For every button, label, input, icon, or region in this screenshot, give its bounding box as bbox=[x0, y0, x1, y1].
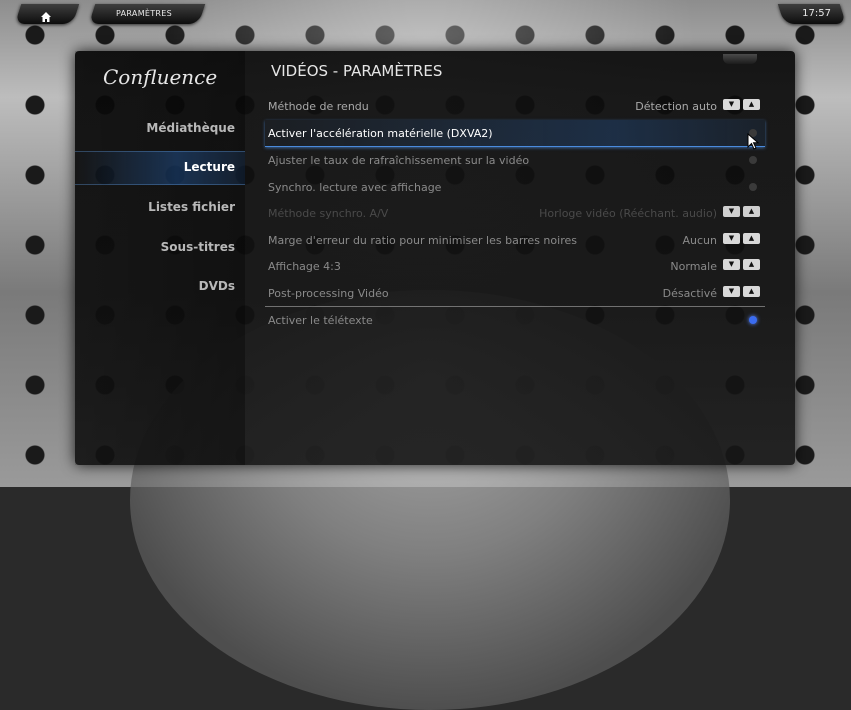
setting-dxva2[interactable]: Activer l'accélération matérielle (DXVA2… bbox=[265, 119, 765, 147]
setting-post-processing[interactable]: Post-processing Vidéo Désactivé ▼ ▲ bbox=[265, 280, 765, 307]
close-button[interactable] bbox=[723, 54, 757, 64]
clock: 17:57 bbox=[802, 8, 831, 19]
setting-sync-playback[interactable]: Synchro. lecture avec affichage bbox=[265, 174, 765, 201]
setting-render-method[interactable]: Méthode de rendu Détection auto ▼ ▲ bbox=[265, 93, 765, 120]
logo: Confluence bbox=[103, 65, 218, 89]
sidebar-item-listes-fichier[interactable]: Listes fichier bbox=[85, 200, 235, 214]
radio-toggle[interactable] bbox=[749, 182, 757, 191]
spin-control: ▼ ▲ bbox=[723, 285, 761, 298]
spin-control: ▼ ▲ bbox=[723, 259, 761, 271]
setting-label: Méthode synchro. A/V bbox=[268, 207, 389, 220]
sidebar: Confluence Médiathèque Lecture Listes fi… bbox=[75, 51, 245, 465]
sidebar-item-dvds[interactable]: DVDs bbox=[85, 279, 235, 293]
arrow-down-icon[interactable]: ▼ bbox=[723, 285, 740, 297]
sidebar-item-lecture[interactable]: Lecture bbox=[85, 160, 235, 174]
arrow-up-icon[interactable]: ▲ bbox=[743, 285, 760, 297]
arrow-down-icon[interactable]: ▼ bbox=[723, 99, 740, 110]
setting-black-bars-margin[interactable]: Marge d'erreur du ratio pour minimiser l… bbox=[265, 227, 765, 254]
home-icon[interactable] bbox=[40, 8, 52, 22]
spin-control: ▼ ▲ bbox=[723, 99, 761, 111]
radio-toggle[interactable] bbox=[749, 156, 757, 164]
sidebar-item-mediatheque[interactable]: Médiathèque bbox=[85, 121, 235, 135]
arrow-up-icon[interactable]: ▲ bbox=[743, 259, 760, 270]
setting-teletext[interactable]: Activer le télétexte bbox=[265, 306, 765, 334]
setting-label: Synchro. lecture avec affichage bbox=[268, 180, 442, 194]
sidebar-item-sous-titres[interactable]: Sous-titres bbox=[85, 240, 235, 254]
settings-list: Méthode de rendu Détection auto ▼ ▲ Acti… bbox=[265, 93, 765, 334]
setting-label: Post-processing Vidéo bbox=[268, 286, 389, 300]
setting-value: Aucun bbox=[682, 233, 718, 247]
setting-label: Activer l'accélération matérielle (DXVA2… bbox=[268, 126, 493, 140]
setting-4-3-display[interactable]: Affichage 4:3 Normale ▼ ▲ bbox=[265, 253, 765, 280]
setting-label: Marge d'erreur du ratio pour minimiser l… bbox=[268, 233, 577, 247]
setting-label: Méthode de rendu bbox=[268, 100, 369, 113]
radio-toggle[interactable] bbox=[749, 316, 757, 324]
setting-value: Détection auto bbox=[635, 100, 717, 113]
arrow-down-icon: ▼ bbox=[723, 206, 740, 217]
mouse-pointer-icon bbox=[747, 132, 761, 151]
setting-value: Désactivé bbox=[662, 286, 717, 300]
arrow-up-icon[interactable]: ▲ bbox=[743, 99, 760, 110]
setting-adjust-refresh[interactable]: Ajuster le taux de rafraîchissement sur … bbox=[265, 147, 765, 174]
arrow-up-icon: ▲ bbox=[743, 206, 760, 217]
arrow-up-icon[interactable]: ▲ bbox=[743, 232, 760, 244]
page-title: VIDÉOS - PARAMÈTRES bbox=[271, 62, 443, 80]
setting-label: Activer le télétexte bbox=[268, 314, 373, 327]
top-bar: PARAMÈTRES 17:57 bbox=[0, 0, 851, 30]
arrow-down-icon[interactable]: ▼ bbox=[723, 232, 740, 244]
settings-panel: Confluence Médiathèque Lecture Listes fi… bbox=[75, 51, 795, 465]
setting-label: Ajuster le taux de rafraîchissement sur … bbox=[268, 154, 530, 167]
spin-control: ▼ ▲ bbox=[723, 232, 761, 245]
setting-value: Horloge vidéo (Rééchant. audio) bbox=[539, 207, 717, 220]
setting-value: Normale bbox=[670, 260, 717, 273]
setting-label: Affichage 4:3 bbox=[268, 260, 341, 273]
spin-control: ▼ ▲ bbox=[723, 206, 761, 218]
arrow-down-icon[interactable]: ▼ bbox=[723, 259, 740, 270]
breadcrumb: PARAMÈTRES bbox=[116, 9, 173, 18]
setting-av-sync-method: Méthode synchro. A/V Horloge vidéo (Rééc… bbox=[265, 200, 765, 227]
